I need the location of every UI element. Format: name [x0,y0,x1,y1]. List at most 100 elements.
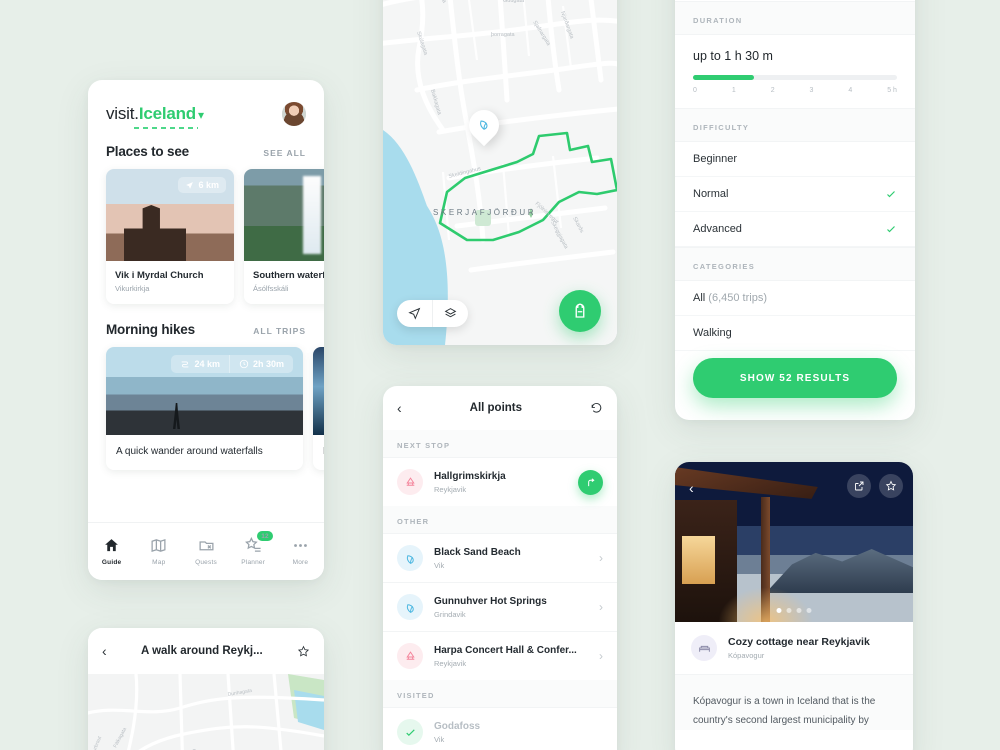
map-canvas[interactable]: Starhagi Suðurgata Gúugata þorragata Nja… [383,0,617,345]
tab-label: More [292,559,309,566]
avatar-image [282,102,306,126]
hike-card[interactable]: 24 km 2h 30m A quick wander around water… [106,347,303,470]
option-label: All (6,450 trips) [693,292,767,304]
carousel-dots [776,608,812,613]
point-name: Hallgrimskirkja [434,470,506,482]
points-header: ‹ All points [383,386,617,430]
brand-prefix: visit. [106,104,139,123]
list-item[interactable]: Black Sand Beach Vik › [383,533,617,582]
tab-planner[interactable]: 12 Planner [230,531,277,566]
layers-button[interactable] [432,300,468,327]
list-item-text: Black Sand Beach Vik [434,547,588,570]
tab-label: Quests [195,559,217,566]
filters-card: 0 – 70 km 0 20 40 60 80 100 km DURATION … [675,0,915,420]
dot[interactable] [786,608,792,613]
tab-label: Guide [101,559,122,566]
tab-guide[interactable]: Guide [88,537,135,566]
point-name: Harpa Concert Hall & Confer... [434,644,577,656]
see-all-link[interactable]: SEE ALL [263,148,306,158]
star-outline-icon[interactable] [297,645,310,658]
list-item[interactable]: Hallgrimskirkja Reykjavik [383,457,617,506]
hike-card[interactable]: Ro [313,347,324,470]
dot[interactable] [776,608,782,613]
group-label: NEXT STOP [383,430,617,457]
cottage-text: Cozy cottage near Reykjavik Kópavogur [728,636,870,660]
duration-ticks: 0 1 2 3 4 5 h [693,87,897,94]
tab-label: Planner [241,559,266,566]
brand-logo[interactable]: visit.Iceland ▾ [106,104,204,129]
place-subtitle: Vikurkirkja [115,284,150,293]
brand-underline [134,127,198,129]
leaf-icon [397,545,423,571]
chevron-right-icon[interactable]: › [599,649,603,663]
tab-more[interactable]: More [277,537,324,566]
share-button[interactable] [847,474,871,498]
favorite-button[interactable] [879,474,903,498]
dot[interactable] [806,608,812,613]
backpack-icon [575,303,585,318]
category-option-all[interactable]: All (6,450 trips) [675,281,915,316]
category-name: All [693,292,706,304]
chevron-left-icon[interactable]: ‹ [397,400,402,416]
difficulty-option-beginner[interactable]: Beginner [675,142,915,177]
cottage-actions [847,474,903,498]
point-subtitle: Reykjavik [434,658,467,668]
categories-group-label: CATEGORIES [675,247,915,281]
locate-button[interactable] [397,300,432,327]
point-subtitle: Vik [434,734,445,744]
point-subtitle: Vik [434,560,445,570]
chevron-right-icon[interactable]: › [599,551,603,565]
cottage-summary[interactable]: Cozy cottage near Reykjavik Kópavogur [675,622,913,674]
landmark-glyph [405,650,415,660]
section-title: Places to see [106,144,189,159]
difficulty-group-label: DIFFICULTY [675,108,915,142]
difficulty-option-normal[interactable]: Normal [675,177,915,212]
option-label: Walking [693,327,732,339]
hike-distance: 24 km [194,359,220,369]
group-label: VISITED [383,680,617,707]
hike-title: A quick wander around waterfalls [116,446,263,457]
tick: 1 [731,87,736,94]
tab-map[interactable]: Map [135,537,182,566]
chevron-left-icon[interactable]: ‹ [102,643,107,659]
avatar[interactable] [282,102,306,126]
place-card[interactable]: 6 km Vik i Myrdal Church Vikurkirkja [106,169,234,304]
history-reset-icon[interactable] [590,402,603,415]
show-results-button[interactable]: SHOW 52 RESULTS [693,358,897,398]
cottage-card: ‹ Cozy cottage near Reykjavik Kópavogur … [675,462,913,750]
group-label: OTHER [383,506,617,533]
section-title: Morning hikes [106,322,195,337]
chevron-right-icon[interactable]: › [599,600,603,614]
district-label: SKERJAFJÖRÐUR [433,208,537,217]
difficulty-option-advanced[interactable]: Advanced [675,212,915,247]
chevron-down-icon[interactable]: ▾ [198,108,204,122]
map-icon [151,538,166,553]
places-carousel[interactable]: 6 km Vik i Myrdal Church Vikurkirkja Sou… [88,169,324,304]
go-button[interactable] [578,469,603,495]
hikes-carousel[interactable]: 24 km 2h 30m A quick wander around water… [88,347,324,470]
place-name: Vik i Myrdal Church [115,270,204,281]
place-image [244,169,324,261]
place-meta: Vik i Myrdal Church Vikurkirkja [106,261,234,304]
place-card[interactable]: Southern waterfa... Ásólfsskáli [244,169,324,304]
all-trips-link[interactable]: ALL TRIPS [253,326,306,336]
check-icon [397,719,423,745]
option-label: Advanced [693,223,742,235]
list-item[interactable]: Gunnuhver Hot Springs Grindavik › [383,582,617,631]
points-title: All points [469,402,523,414]
slider-fill [693,75,755,80]
list-item[interactable]: Harpa Concert Hall & Confer... Reykjavik… [383,631,617,680]
leaf-pin-icon[interactable] [462,103,506,148]
chevron-left-icon[interactable]: ‹ [689,480,694,496]
distance-badge: 6 km [178,177,226,193]
list-item[interactable]: Godafoss Vik [383,707,617,750]
duration-slider[interactable] [693,75,897,80]
walk-map-canvas: Fálkagata Dunhagata Ægisgata Arnargata O… [88,673,324,750]
dot[interactable] [796,608,802,613]
svg-text:Gúugata: Gúugata [503,0,525,4]
tab-quests[interactable]: Quests [182,537,229,566]
leaf-glyph [406,603,414,613]
walk-map[interactable]: Fálkagata Dunhagata Ægisgata Arnargata O… [88,673,324,750]
category-option-walking[interactable]: Walking [675,316,915,351]
backpack-fab-button[interactable] [559,290,601,332]
